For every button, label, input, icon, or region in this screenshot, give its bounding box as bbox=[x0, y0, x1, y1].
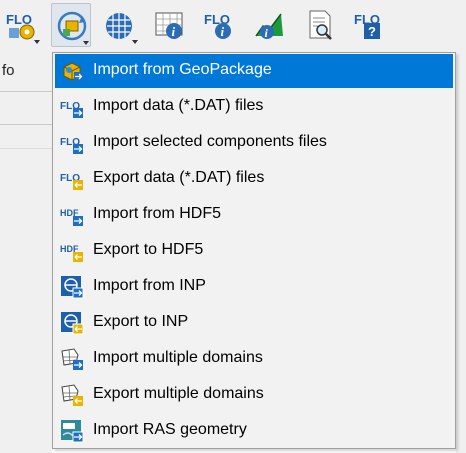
panel-divider bbox=[0, 124, 52, 125]
flo2d-grid-tools-button[interactable] bbox=[100, 3, 140, 47]
menu-item-import-ras-geometry[interactable]: Import RAS geometry bbox=[55, 414, 453, 448]
info-tool-icon: i bbox=[155, 12, 183, 39]
info-tool-button[interactable]: i bbox=[150, 3, 190, 47]
svg-text:?: ? bbox=[368, 24, 376, 39]
menu-item-label: Export to INP bbox=[93, 313, 189, 330]
menu-item-label: Import selected components files bbox=[93, 133, 327, 150]
svg-text:i: i bbox=[221, 24, 225, 39]
menu-item-import-dat-files[interactable]: FLO Import data (*.DAT) files bbox=[55, 90, 453, 124]
menu-item-label: Import RAS geometry bbox=[93, 421, 247, 438]
menu-item-label: Import from GeoPackage bbox=[93, 61, 272, 78]
menu-item-label: Export data (*.DAT) files bbox=[93, 169, 265, 186]
menu-item-label: Export multiple domains bbox=[93, 385, 264, 402]
flo2d-settings-button[interactable]: FLO bbox=[2, 3, 42, 47]
ras-geometry-import-icon bbox=[61, 420, 84, 443]
menu-item-label: Import multiple domains bbox=[93, 349, 263, 366]
flo2d-grid-tools-icon bbox=[106, 13, 132, 39]
dock-panel-right bbox=[456, 52, 466, 453]
menu-item-import-from-geopackage[interactable]: Import from GeoPackage bbox=[55, 54, 453, 88]
menu-item-import-hdf5[interactable]: HDF Import from HDF5 bbox=[55, 198, 453, 232]
inp-export-icon bbox=[61, 312, 84, 335]
multiple-domains-export-icon bbox=[61, 384, 83, 406]
menu-item-export-dat-files[interactable]: FLO Export data (*.DAT) files bbox=[55, 162, 453, 196]
profile-info-button[interactable]: i bbox=[250, 3, 290, 47]
import-export-button[interactable] bbox=[51, 3, 91, 47]
menu-item-label: Import data (*.DAT) files bbox=[93, 97, 264, 114]
menu-item-import-inp[interactable]: Import from INP bbox=[55, 270, 453, 304]
dock-panel bbox=[0, 52, 52, 453]
menu-item-export-hdf5[interactable]: HDF Export to HDF5 bbox=[55, 234, 453, 268]
menu-item-export-inp[interactable]: Export to INP bbox=[55, 306, 453, 340]
toolbar: FLO i FLO i i FLO ? bbox=[0, 0, 466, 52]
menu-item-label: Import from INP bbox=[93, 277, 206, 294]
import-export-menu: Import from GeoPackage FLO Import data (… bbox=[52, 52, 456, 449]
svg-text:i: i bbox=[172, 24, 176, 39]
panel-divider bbox=[0, 91, 52, 92]
results-icon bbox=[309, 10, 332, 40]
panel-partial-label: fo bbox=[2, 62, 15, 79]
results-button[interactable] bbox=[300, 3, 340, 47]
menu-item-label: Import from HDF5 bbox=[93, 205, 222, 222]
multiple-domains-import-icon bbox=[61, 348, 83, 370]
inp-import-icon bbox=[61, 276, 84, 299]
menu-item-label: Export to HDF5 bbox=[93, 241, 204, 258]
menu-item-import-selected-components[interactable]: FLO Import selected components files bbox=[55, 126, 453, 160]
geopackage-import-icon bbox=[63, 62, 83, 81]
hdf5-export-icon: HDF bbox=[60, 244, 83, 262]
flo2d-help-icon: FLO ? bbox=[354, 12, 380, 39]
flo-export-icon: FLO bbox=[60, 173, 83, 190]
flo2d-help-button[interactable]: FLO ? bbox=[350, 3, 390, 47]
profile-info-icon: i bbox=[255, 13, 283, 40]
menu-item-export-multiple-domains[interactable]: Export multiple domains bbox=[55, 378, 453, 412]
flo2d-info-button[interactable]: FLO i bbox=[200, 3, 240, 47]
panel-divider bbox=[0, 148, 52, 149]
flo-import-selected-icon: FLO bbox=[60, 137, 83, 154]
import-export-icon bbox=[57, 11, 87, 41]
flo2d-settings-icon: FLO bbox=[6, 12, 35, 40]
hdf5-import-icon: HDF bbox=[60, 208, 83, 226]
flo-import-icon: FLO bbox=[60, 101, 83, 118]
menu-item-import-multiple-domains[interactable]: Import multiple domains bbox=[55, 342, 453, 376]
flo2d-info-icon: FLO i bbox=[204, 12, 231, 39]
